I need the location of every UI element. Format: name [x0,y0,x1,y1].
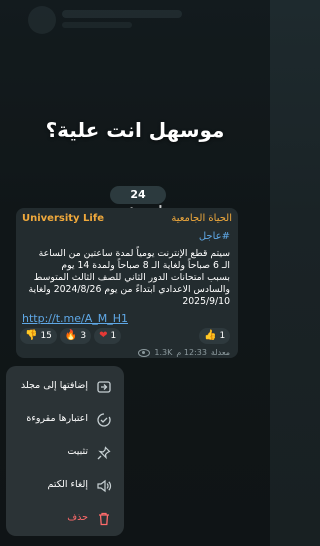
menu-item-delete[interactable]: حذف [6,502,124,536]
message-header: University Life الحياة الجامعية [22,213,232,227]
menu-item-label: اعتبارها مقروءة [26,413,88,424]
message-line: والسادس الاعدادي ابتداءً من يوم 2024/8/2… [28,284,230,295]
reactions-bar: 👎 15 🔥 3 ❤ 1 👍 1 [20,328,231,344]
thumbs-up-icon: 👍 [204,330,217,341]
message-line: سيتم قطع الإنترنت يومياً لمدة ساعتين من … [38,248,230,259]
hashtag[interactable]: #عاجل [199,231,230,242]
message-line: بسبب امتحانات الدور الثاني للصف الثالث ا… [33,272,230,283]
fire-icon: 🔥 [64,330,78,341]
message-link[interactable]: http://t.me/A_M_H1 [22,312,128,325]
chat-header [0,0,270,40]
menu-item-label: إلغاء الكتم [47,479,88,490]
reaction-count: 3 [80,331,87,341]
folder-add-icon [97,381,111,393]
check-circle-icon [97,413,111,427]
message-line: الـ 6 صباحاً ولغاية الـ 8 صباحاً ولمدة 1… [61,260,230,271]
message-bubble[interactable]: University Life الحياة الجامعية #عاجل سي… [16,208,238,358]
menu-item-add-to-folder[interactable]: إضافتها إلى مجلد [6,370,124,404]
message-time: 12:33 م [176,348,207,357]
message-meta: معدلة 12:33 م 1.3K [138,348,230,357]
reaction-thumbs-down[interactable]: 👎 15 [20,328,57,344]
reaction-thumbs-up[interactable]: 👍 1 [199,328,231,344]
menu-item-mark-read[interactable]: اعتبارها مقروءة [6,403,124,437]
menu-item-label: حذف [67,512,88,523]
date-chip: 24 أغسطس [110,186,166,219]
eye-icon [138,348,151,357]
reaction-count: 15 [40,331,52,341]
menu-item-label: إضافتها إلى مجلد [20,380,88,391]
speaker-icon [97,479,112,493]
avatar [28,6,56,34]
reaction-count: 1 [219,331,226,341]
edited-label: معدلة [210,348,230,357]
reaction-fire[interactable]: 🔥 3 [59,328,92,344]
pin-icon [97,446,111,460]
reaction-count: 1 [110,331,117,341]
source-label: University Life [22,213,104,224]
channel-name[interactable]: الحياة الجامعية [171,213,232,224]
views-count: 1.3K [154,348,173,357]
menu-item-unmute[interactable]: إلغاء الكتم [6,469,124,503]
header-title-placeholder [62,10,182,18]
heart-icon: ❤ [99,330,108,341]
overlay-question: موسهل انت علية؟ [45,118,225,142]
context-menu: إضافتها إلى مجلد اعتبارها مقروءة تثبيت إ… [6,366,124,536]
reaction-heart[interactable]: ❤ 1 [94,328,122,344]
menu-item-label: تثبيت [67,446,88,457]
message-line: 2025/9/10 [182,296,230,307]
thumbs-down-icon: 👎 [25,330,38,341]
header-subtitle-placeholder [62,22,132,28]
menu-item-pin[interactable]: تثبيت [6,436,124,470]
trash-icon [99,512,109,526]
message-text: سيتم قطع الإنترنت يومياً لمدة ساعتين من … [24,248,230,308]
